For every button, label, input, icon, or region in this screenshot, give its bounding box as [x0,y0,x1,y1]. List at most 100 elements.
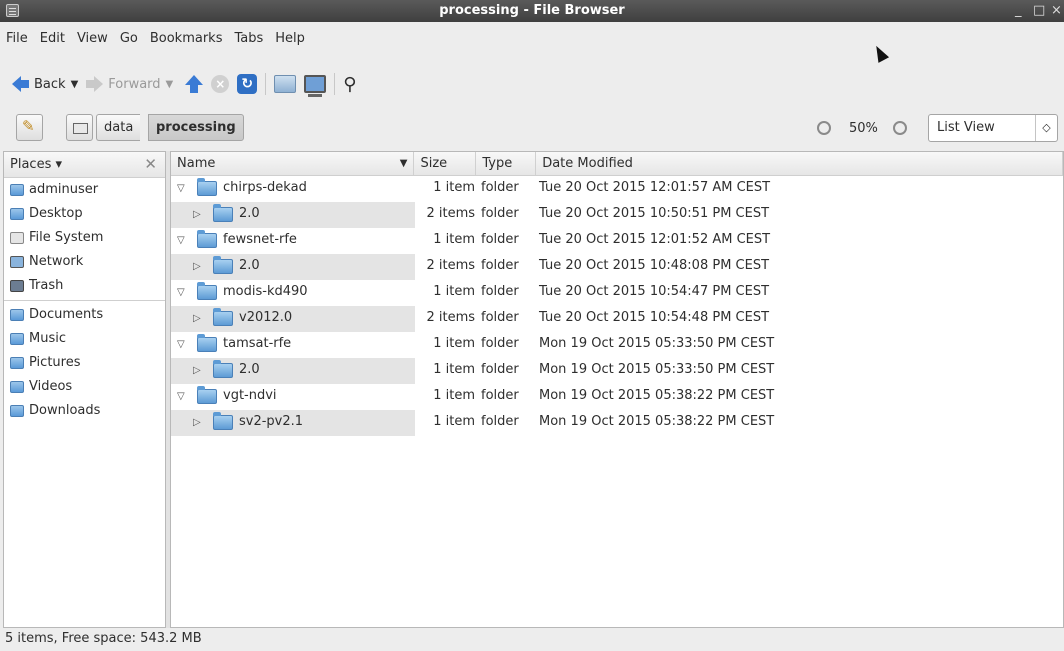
column-header-size[interactable]: Size [414,152,477,175]
file-date-modified: Mon 19 Oct 2015 05:38:22 PM CEST [539,388,775,403]
table-row[interactable]: ▷ 2.0 2 items folder Tue 20 Oct 2015 10:50:5… [171,202,1064,228]
minimize-button[interactable]: _ [1015,3,1022,18]
expanded-triangle-icon[interactable]: ▽ [177,391,185,402]
sidebar-item-adminuser[interactable]: adminuser [4,178,165,202]
home-folder-icon [10,184,24,196]
sidebar-item-pictures[interactable]: Pictures [4,351,165,375]
network-icon [10,256,24,268]
expanded-triangle-icon[interactable]: ▽ [177,235,185,246]
maximize-button[interactable]: □ [1033,3,1045,18]
chevron-down-icon: ▼ [399,158,408,169]
collapsed-triangle-icon[interactable]: ▷ [193,365,201,376]
menu-view[interactable]: View [71,27,114,51]
sidebar-item-trash[interactable]: Trash [4,274,165,298]
sidebar-item-music[interactable]: Music [4,327,165,351]
collapsed-triangle-icon[interactable]: ▷ [193,209,201,220]
table-row[interactable]: ▽ vgt-ndvi 1 item folder Mon 19 Oct 2015 05:… [171,384,1064,410]
row-shade [171,358,415,384]
sidebar-item-documents[interactable]: Documents [4,303,165,327]
file-date-modified: Tue 20 Oct 2015 12:01:52 AM CEST [539,232,771,247]
table-row[interactable]: ▽ modis-kd490 1 item folder Tue 20 Oct 2015 … [171,280,1064,306]
file-type: folder [481,336,519,351]
sidebar-item-desktop[interactable]: Desktop [4,202,165,226]
music-folder-icon [10,333,24,345]
file-size: 1 item [433,180,475,195]
status-bar: 5 items, Free space: 543.2 MB [0,628,1064,651]
back-button[interactable]: Back ▼ [12,76,78,92]
breadcrumb-processing[interactable]: processing [148,114,244,141]
file-type: folder [481,232,519,247]
menu-file[interactable]: File [0,27,34,51]
chevron-down-icon[interactable]: ▼ [166,79,174,90]
file-date-modified: Tue 20 Oct 2015 12:01:57 AM CEST [539,180,771,195]
file-size: 1 item [433,388,475,403]
file-name: fewsnet-rfe [223,232,297,247]
menu-help[interactable]: Help [269,27,311,51]
stop-icon[interactable]: × [211,75,230,93]
downloads-folder-icon [10,405,24,417]
file-size: 1 item [433,336,475,351]
menu-edit[interactable]: Edit [34,27,71,51]
reload-icon[interactable]: ↻ [237,74,258,94]
file-size: 1 item [433,284,475,299]
column-header-name[interactable]: Name ▼ [171,152,415,175]
up-icon[interactable] [185,75,204,93]
expanded-triangle-icon[interactable]: ▽ [177,183,185,194]
folder-icon [197,282,217,300]
folder-icon [213,412,233,430]
table-row[interactable]: ▽ tamsat-rfe 1 item folder Mon 19 Oct 2015 0… [171,332,1064,358]
folder-icon [197,230,217,248]
sidebar-item-filesystem[interactable]: File System [4,226,165,250]
sidebar-item-downloads[interactable]: Downloads [4,399,165,423]
file-type: folder [481,284,519,299]
column-header-type[interactable]: Type [476,152,537,175]
file-type: folder [481,258,519,273]
view-mode-select[interactable]: List View ◇ [928,114,1058,142]
collapsed-triangle-icon[interactable]: ▷ [193,313,201,324]
row-shade [171,306,415,332]
menu-go[interactable]: Go [114,27,144,51]
zoom-in-icon[interactable] [893,121,907,135]
row-shade [171,254,415,280]
table-row[interactable]: ▷ 2.0 2 items folder Tue 20 Oct 2015 10:48:0… [171,254,1064,280]
menu-tabs[interactable]: Tabs [228,27,269,51]
table-row[interactable]: ▽ chirps-dekad 1 item folder Tue 20 Oct 2015… [171,176,1064,202]
menu-bookmarks[interactable]: Bookmarks [144,27,229,51]
table-row[interactable]: ▷ v2012.0 2 items folder Tue 20 Oct 2015 10:… [171,306,1064,332]
computer-icon[interactable] [304,75,327,97]
column-header-date[interactable]: Date Modified [536,152,1063,175]
zoom-level: 50% [849,121,878,136]
table-row[interactable]: ▽ fewsnet-rfe 1 item folder Tue 20 Oct 2015 … [171,228,1064,254]
file-date-modified: Mon 19 Oct 2015 05:38:22 PM CEST [539,414,775,429]
expanded-triangle-icon[interactable]: ▽ [177,339,185,350]
zoom-out-icon[interactable] [817,121,831,135]
expanded-triangle-icon[interactable]: ▽ [177,287,185,298]
search-icon[interactable]: ⚲ [343,74,356,95]
close-button[interactable]: × [1051,3,1062,18]
close-sidebar-icon[interactable]: ✕ [144,155,157,173]
folder-icon [213,308,233,326]
collapsed-triangle-icon[interactable]: ▷ [193,417,201,428]
edit-location-icon[interactable] [16,114,43,141]
file-name: sv2-pv2.1 [239,414,304,429]
home-icon[interactable] [274,75,297,93]
places-dropdown[interactable]: Places ▾ [10,157,62,172]
file-type: folder [481,362,519,377]
forward-button[interactable]: Forward ▼ [86,76,173,92]
window-title: processing - File Browser [439,3,625,18]
navigation-toolbar: Back ▼ Forward ▼ × ↻ ⚲ [0,64,1064,104]
table-row[interactable]: ▷ 2.0 1 item folder Mon 19 Oct 2015 05:33:50… [171,358,1064,384]
table-row[interactable]: ▷ sv2-pv2.1 1 item folder Mon 19 Oct 2015 05… [171,410,1064,436]
chevron-down-icon[interactable]: ▼ [71,79,79,90]
drive-icon[interactable] [66,114,93,141]
collapsed-triangle-icon[interactable]: ▷ [193,261,201,272]
breadcrumb-data[interactable]: data [96,114,141,141]
filesystem-icon [10,232,24,244]
sidebar-item-videos[interactable]: Videos [4,375,165,399]
menubar-area: File Edit View Go Bookmarks Tabs Help [0,22,1064,64]
file-date-modified: Tue 20 Oct 2015 10:54:48 PM CEST [539,310,770,325]
videos-folder-icon [10,381,24,393]
file-type: folder [481,310,519,325]
location-bar: data processing 50% List View ◇ [0,104,1064,148]
sidebar-item-network[interactable]: Network [4,250,165,274]
